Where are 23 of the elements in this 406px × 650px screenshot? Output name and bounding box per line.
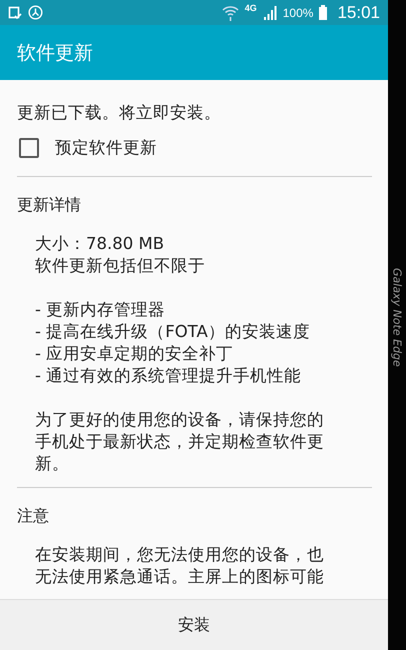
update-note: 为了更好的使用您的设备，请保持您的手机处于最新状态，并定期检查软件更新。 xyxy=(35,409,325,475)
update-size: 大小：78.80 MB xyxy=(35,233,166,255)
change-item: - 提高在线升级（FOTA）的安装速度 xyxy=(35,321,311,343)
battery-level: 100% xyxy=(282,6,314,20)
update-intro: 软件更新包括但不限于 xyxy=(35,255,206,277)
checkbox-label[interactable]: 预定软件更新 xyxy=(55,137,157,159)
edge-label: Galaxy Note Edge xyxy=(390,268,404,367)
network-type: 4G xyxy=(244,3,257,13)
change-item: - 更新内存管理器 xyxy=(35,299,166,321)
change-item: - 通过有效的系统管理提升手机性能 xyxy=(35,365,302,387)
battery-icon xyxy=(319,5,328,20)
notice-text: 在安装期间，您无法使用您的设备，也无法使用紧急通话。主屏上的图标可能 xyxy=(35,544,325,588)
status-message: 更新已下载。将立即安装。 xyxy=(17,102,222,124)
notification-icon xyxy=(8,6,22,20)
signal-icon xyxy=(262,6,277,20)
change-item: - 应用安卓定期的安全补丁 xyxy=(35,343,234,365)
install-button[interactable]: 安装 xyxy=(158,606,230,644)
clock-time: 15:01 xyxy=(337,2,380,22)
wifi-icon xyxy=(222,4,239,20)
section-heading: 更新详情 xyxy=(17,194,82,216)
checkbox[interactable] xyxy=(19,138,39,158)
screen-title: 软件更新 xyxy=(17,40,93,66)
section-heading: 注意 xyxy=(17,505,50,527)
